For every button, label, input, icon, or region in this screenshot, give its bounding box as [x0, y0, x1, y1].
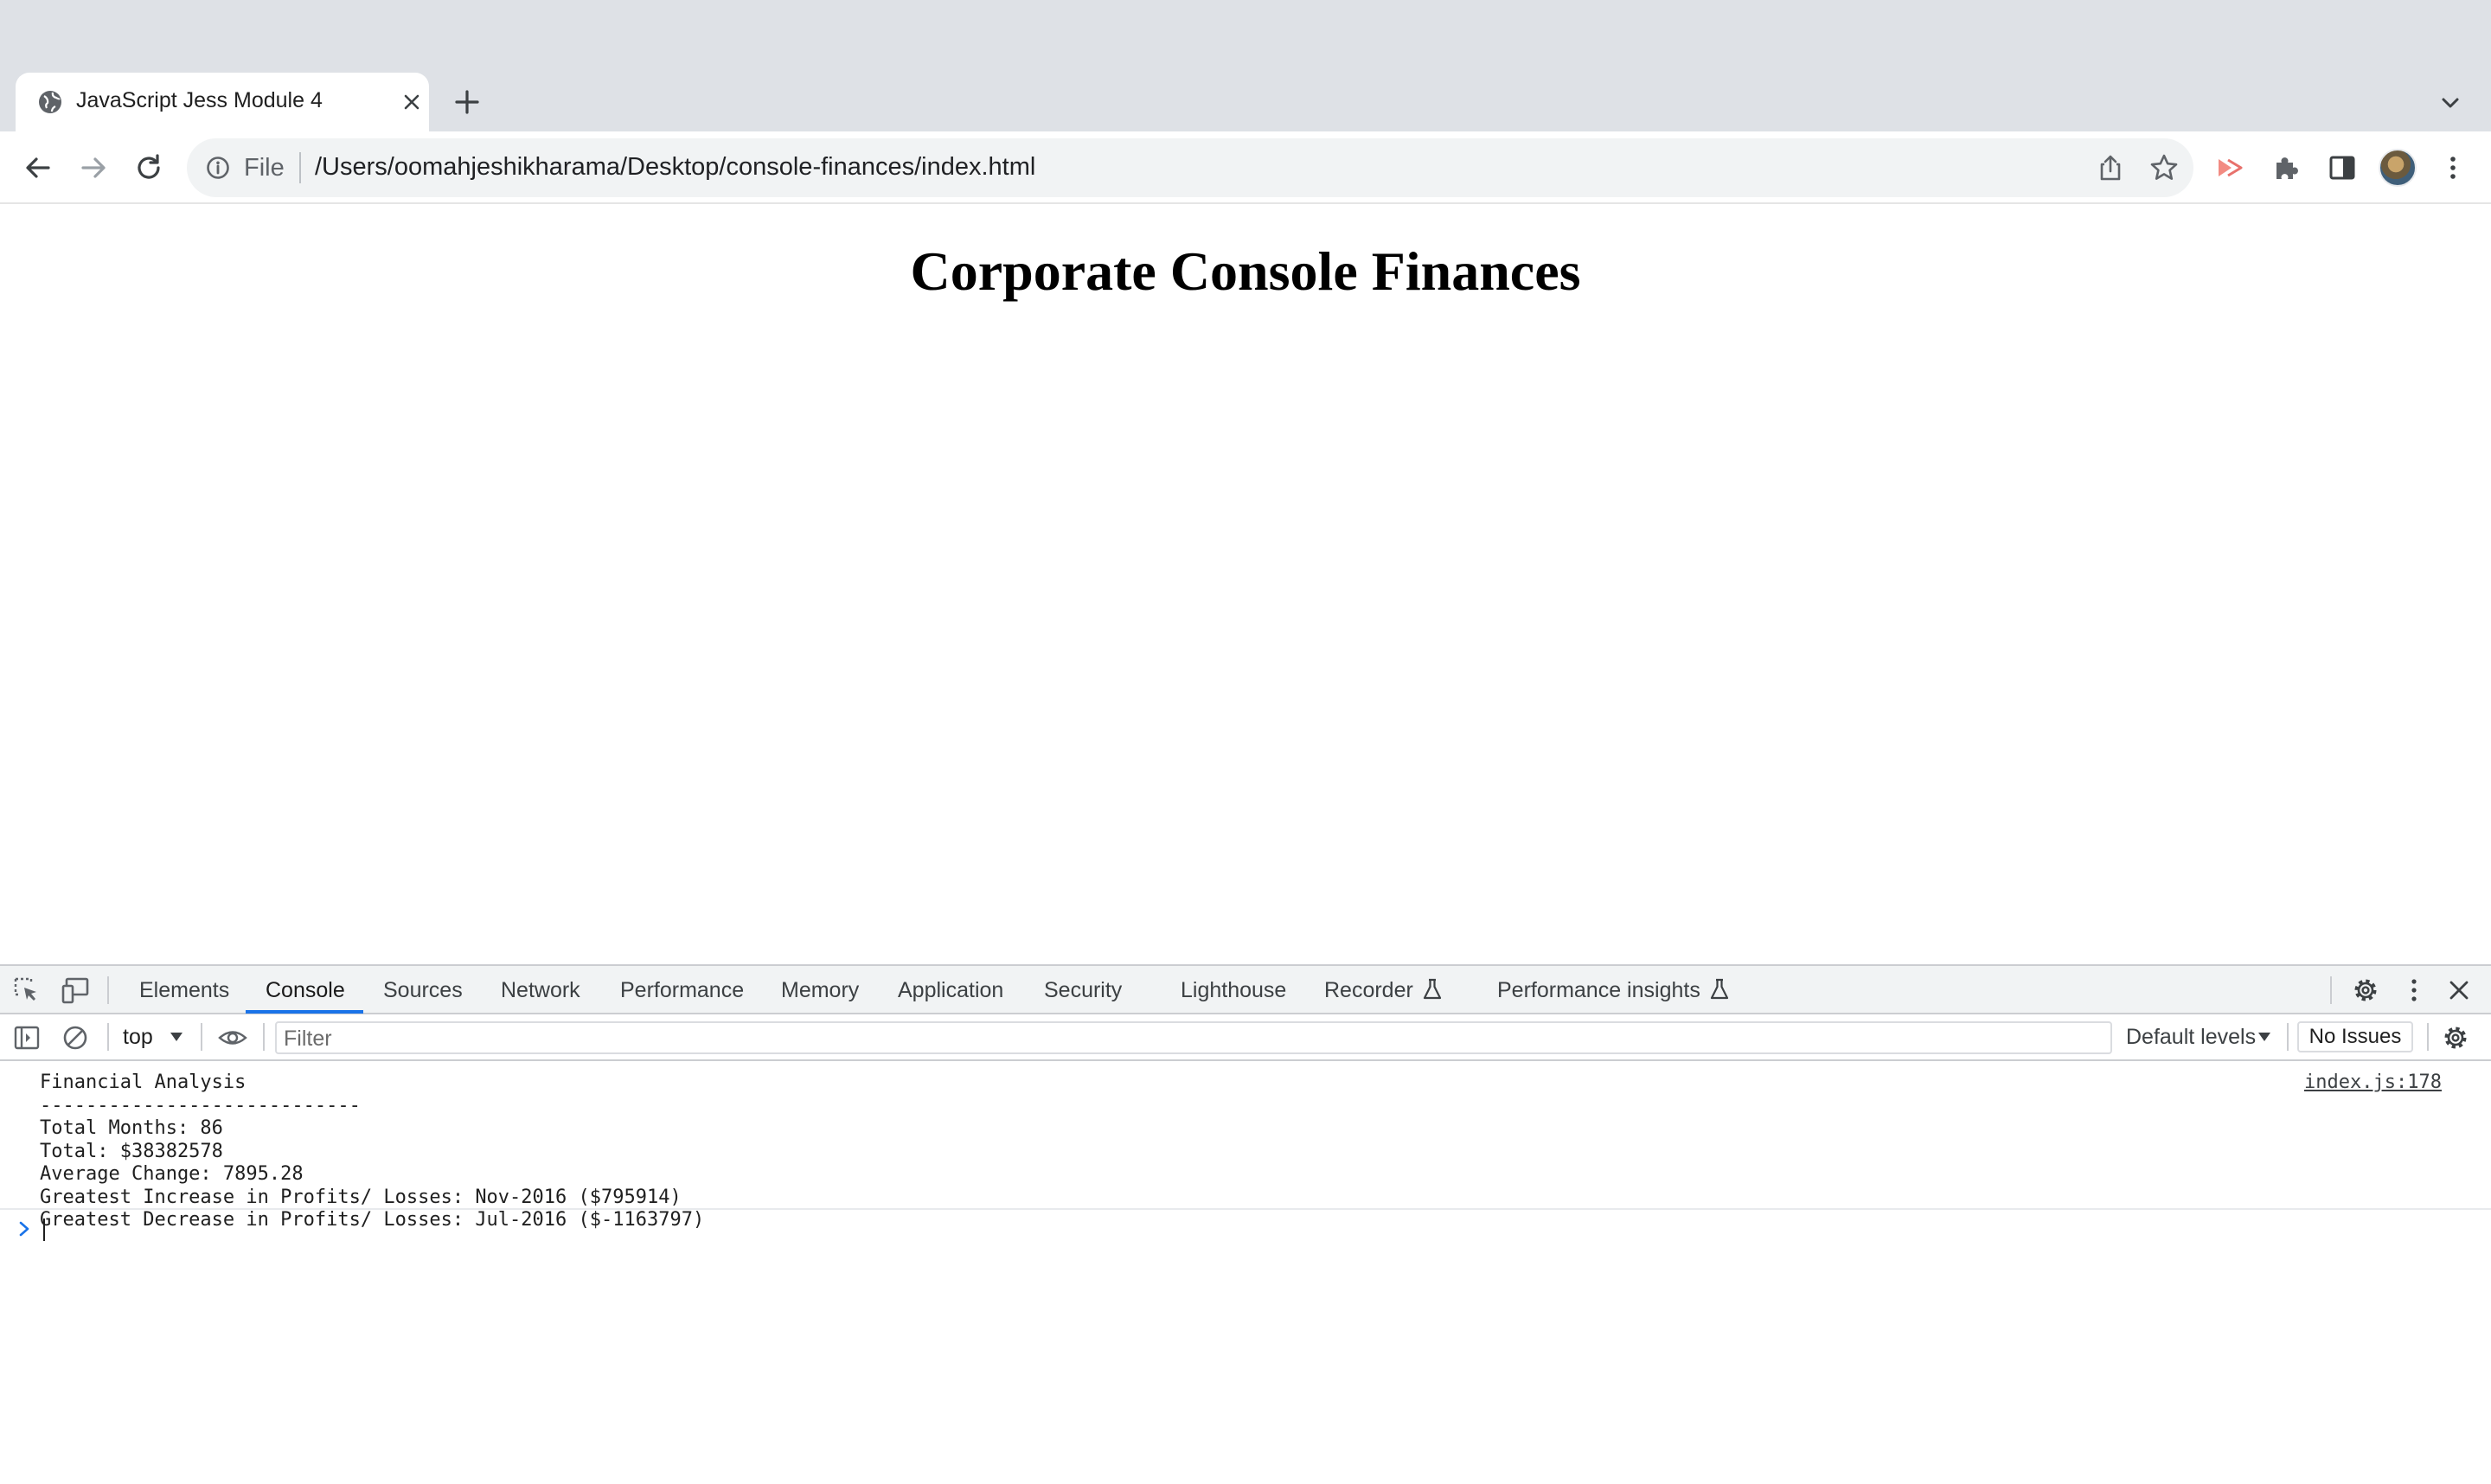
tab-memory[interactable]: Memory — [781, 978, 859, 1003]
chevron-down-icon[interactable] — [2437, 90, 2463, 116]
filter-field[interactable] — [275, 1021, 2112, 1054]
divider — [2330, 976, 2332, 1004]
more-icon[interactable] — [2399, 975, 2429, 1005]
recorder-icon[interactable] — [2214, 152, 2245, 183]
tab-elements[interactable]: Elements — [139, 978, 229, 1003]
forward-icon[interactable] — [76, 150, 111, 185]
globe-icon — [36, 88, 64, 116]
flask-icon — [1709, 978, 1730, 1001]
console-line: Financial Analysis — [40, 1071, 247, 1093]
divider — [2427, 1023, 2429, 1051]
back-icon[interactable] — [21, 150, 55, 185]
divider — [107, 976, 109, 1004]
log-levels-dropdown[interactable]: Default levels — [2126, 1025, 2256, 1050]
tab-lighthouse[interactable]: Lighthouse — [1181, 978, 1286, 1003]
source-link[interactable]: index.js:178 — [2304, 1071, 2442, 1093]
filter-input[interactable] — [284, 1027, 2100, 1051]
chevron-down-icon[interactable] — [170, 1032, 183, 1042]
close-icon[interactable] — [401, 92, 422, 112]
side-panel-icon[interactable] — [2327, 152, 2358, 183]
gear-icon[interactable] — [2351, 975, 2380, 1005]
flask-icon — [1422, 978, 1443, 1001]
tab-title: JavaScript Jess Module 4 — [76, 88, 323, 112]
text-cursor — [43, 1219, 45, 1241]
issues-button[interactable]: No Issues — [2297, 1021, 2413, 1052]
page-viewport: Corporate Console Finances — [0, 205, 2491, 964]
console-line: Total Months: 86 — [40, 1117, 223, 1139]
chevron-right-icon — [17, 1220, 33, 1238]
plus-icon[interactable] — [451, 86, 483, 118]
divider — [263, 1023, 265, 1051]
avatar[interactable] — [2379, 149, 2417, 187]
tab-performance-insights-label: Performance insights — [1497, 978, 1700, 1002]
console-line: Total: $38382578 — [40, 1140, 223, 1162]
active-tab-indicator — [246, 1010, 363, 1014]
device-icon[interactable] — [61, 975, 90, 1005]
share-icon[interactable] — [2095, 152, 2126, 183]
tab-application[interactable]: Application — [898, 978, 1003, 1003]
console-message: Financial Analysis ----------------------… — [0, 1063, 2491, 1231]
url-text[interactable]: /Users/oomahjeshikharama/Desktop/console… — [315, 153, 1035, 182]
console-line: Greatest Increase in Profits/ Losses: No… — [40, 1186, 682, 1208]
tab-network[interactable]: Network — [501, 978, 580, 1003]
info-icon[interactable] — [206, 156, 230, 180]
address-bar[interactable]: File /Users/oomahjeshikharama/Desktop/co… — [187, 138, 2193, 197]
browser-tab[interactable]: JavaScript Jess Module 4 — [16, 73, 429, 131]
divider — [2287, 1023, 2289, 1051]
more-icon[interactable] — [2437, 152, 2469, 183]
devtools-panel: Elements Console Sources Network Perform… — [0, 964, 2491, 1484]
devtools-tab-bar: Elements Console Sources Network Perform… — [0, 966, 2491, 1014]
console-line: Average Change: 7895.28 — [40, 1163, 304, 1185]
eye-icon[interactable] — [218, 1023, 247, 1052]
tab-recorder[interactable]: Recorder — [1324, 978, 1443, 1003]
divider — [107, 1023, 109, 1051]
tab-recorder-label: Recorder — [1324, 978, 1413, 1002]
context-select[interactable]: top — [123, 1025, 153, 1050]
clear-icon[interactable] — [61, 1023, 90, 1052]
inspect-icon[interactable] — [12, 975, 42, 1005]
puzzle-icon[interactable] — [2271, 152, 2302, 183]
tab-security[interactable]: Security — [1044, 978, 1122, 1003]
scheme-label: File — [244, 154, 285, 182]
tab-sources[interactable]: Sources — [383, 978, 463, 1003]
tab-performance-insights[interactable]: Performance insights — [1497, 978, 1730, 1003]
sidebar-icon[interactable] — [12, 1023, 42, 1052]
close-icon[interactable] — [2444, 975, 2474, 1005]
console-prompt[interactable] — [0, 1212, 2491, 1246]
gear-icon[interactable] — [2441, 1023, 2470, 1052]
chevron-down-icon[interactable] — [2257, 1032, 2271, 1042]
reload-icon[interactable] — [131, 150, 166, 185]
divider — [201, 1023, 202, 1051]
star-icon[interactable] — [2148, 152, 2180, 183]
console-output: Financial Analysis ----------------------… — [40, 1071, 704, 1232]
console-toolbar: top Default levels No Issues — [0, 1014, 2491, 1061]
tab-console[interactable]: Console — [266, 978, 345, 1003]
console-line: ---------------------------- — [40, 1094, 361, 1116]
divider — [299, 152, 301, 183]
tab-performance[interactable]: Performance — [620, 978, 744, 1003]
page-title: Corporate Console Finances — [910, 240, 1581, 302]
